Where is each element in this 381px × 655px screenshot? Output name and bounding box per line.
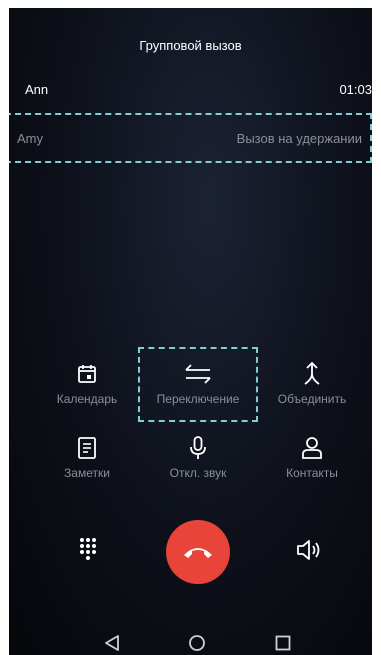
recents-icon[interactable] xyxy=(274,634,292,652)
held-caller-name: Amy xyxy=(17,131,43,146)
speaker-button[interactable] xyxy=(293,535,323,565)
notes-button[interactable]: Заметки xyxy=(37,432,137,480)
switch-calls-label: Переключение xyxy=(156,392,240,406)
navigation-bar xyxy=(9,626,372,655)
back-icon[interactable] xyxy=(104,634,120,652)
screen-title: Групповой вызов xyxy=(139,38,242,53)
mute-button[interactable]: Откл. звук xyxy=(148,432,248,480)
active-caller-name: Ann xyxy=(25,82,49,97)
notes-label: Заметки xyxy=(64,466,110,480)
held-call-row[interactable]: Amy Вызов на удержании xyxy=(9,113,372,163)
end-call-icon xyxy=(184,548,212,558)
calendar-label: Календарь xyxy=(56,392,118,406)
mute-label: Откл. звук xyxy=(169,466,227,480)
merge-calls-label: Объединить xyxy=(277,392,347,406)
contacts-icon xyxy=(302,437,322,459)
swap-icon xyxy=(185,364,211,384)
merge-calls-button[interactable]: Объединить xyxy=(262,358,362,406)
keypad-icon xyxy=(80,538,96,560)
merge-icon xyxy=(304,361,320,385)
contacts-button[interactable]: Контакты xyxy=(262,432,362,480)
notes-icon xyxy=(78,437,96,459)
end-call-button[interactable] xyxy=(166,520,230,584)
contacts-label: Контакты xyxy=(286,466,338,480)
switch-calls-button[interactable]: Переключение xyxy=(148,358,248,406)
keypad-button[interactable] xyxy=(73,535,103,565)
call-timer: 01:03 xyxy=(339,82,372,97)
call-screen: Групповой вызов Ann 01:03 Amy Вызов на у… xyxy=(9,8,372,655)
speaker-icon xyxy=(297,540,320,560)
held-call-status: Вызов на удержании xyxy=(236,131,362,146)
calendar-button[interactable]: Календарь xyxy=(37,358,137,406)
microphone-icon xyxy=(190,436,206,459)
home-icon[interactable] xyxy=(188,634,206,652)
calendar-icon xyxy=(78,365,96,383)
